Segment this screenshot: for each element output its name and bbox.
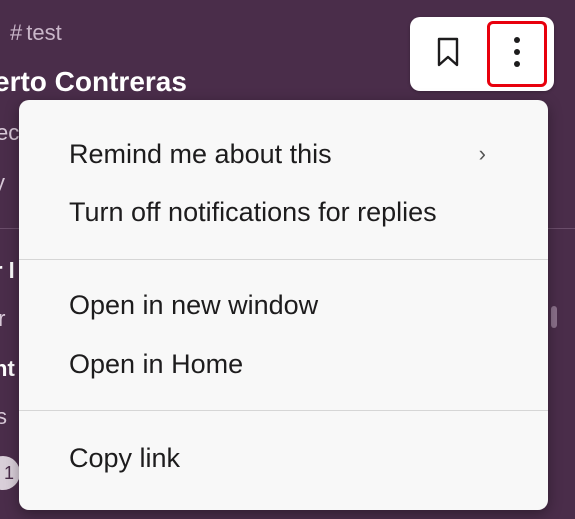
menu-item-label: Open in new window	[69, 289, 319, 320]
channel-name: test	[26, 20, 62, 45]
more-actions-button[interactable]	[487, 21, 547, 87]
message-text-fragment: s	[0, 404, 7, 429]
scrollbar[interactable]	[551, 306, 557, 328]
more-actions-menu: Remind me about this › Turn off notifica…	[19, 100, 548, 510]
menu-divider	[19, 259, 548, 260]
menu-item-label: Remind me about this	[69, 138, 332, 169]
message-actions-toolbar	[410, 17, 554, 91]
channel-header[interactable]: # test	[10, 20, 62, 46]
menu-item-open-in-home[interactable]: Open in Home	[19, 337, 548, 391]
save-for-later-button[interactable]	[418, 21, 478, 87]
bookmark-icon	[435, 36, 461, 73]
menu-item-turn-off-notifications[interactable]: Turn off notifications for replies	[19, 185, 548, 239]
message-text-fragment: tr	[0, 306, 6, 331]
message-text-fragment: y	[0, 170, 5, 196]
menu-divider	[19, 410, 548, 411]
menu-item-open-new-window[interactable]: Open in new window	[19, 278, 548, 332]
menu-item-label: Turn off notifications for replies	[69, 196, 437, 227]
menu-item-label: Copy link	[69, 442, 181, 473]
message-author[interactable]: erto Contreras	[0, 66, 187, 98]
message-text-fragment: ec	[0, 120, 20, 145]
message-author-fragment[interactable]: nt	[0, 356, 15, 382]
menu-item-copy-link[interactable]: Copy link	[19, 431, 548, 485]
vertical-ellipsis-icon	[512, 35, 522, 74]
menu-item-label: Open in Home	[69, 348, 244, 379]
reply-count-badge[interactable]: 1	[0, 456, 20, 490]
channel-hash-icon: #	[10, 20, 23, 45]
menu-item-remind-me[interactable]: Remind me about this ›	[19, 127, 548, 181]
chevron-right-icon: ›	[478, 141, 486, 166]
message-author-fragment[interactable]: r l	[0, 258, 15, 284]
